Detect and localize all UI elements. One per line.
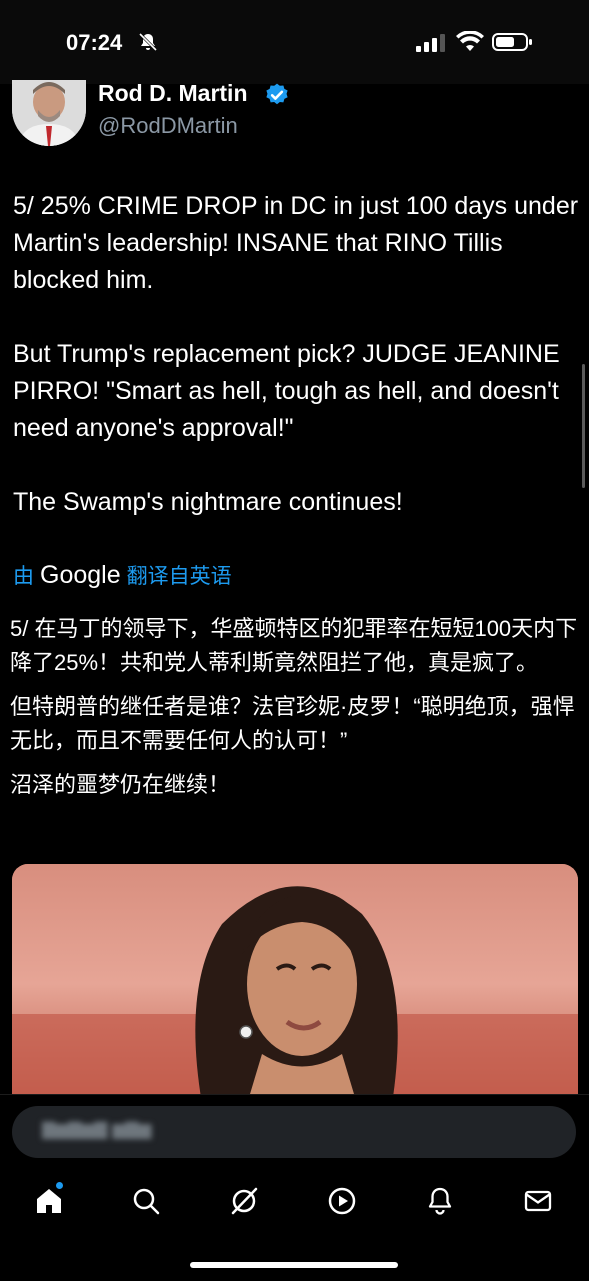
tweet-photo [12, 864, 578, 1104]
tweet-paragraph: 5/ 25% CRIME DROP in DC in just 100 days… [13, 192, 579, 294]
translation-suffix: 翻译自英语 [126, 565, 232, 588]
tweet-image[interactable] [12, 864, 578, 1104]
messages-icon[interactable] [523, 1186, 553, 1216]
verified-badge-icon [266, 83, 288, 105]
home-unread-dot [56, 1182, 63, 1189]
tweet-paragraph: But Trump's replacement pick? JUDGE JEAN… [13, 340, 560, 442]
tweet-paragraph: The Swamp's nightmare continues! [13, 488, 403, 516]
bottom-navigation [0, 1172, 589, 1232]
translated-text: 5/ 在马丁的领导下，华盛顿特区的犯罪率在短短100天内下降了25%！共和党人蒂… [10, 612, 582, 812]
bell-muted-icon [138, 32, 158, 52]
home-indicator[interactable] [190, 1262, 398, 1268]
google-logo: Google [40, 560, 121, 589]
notifications-icon[interactable] [425, 1186, 455, 1216]
grok-icon[interactable] [229, 1186, 259, 1216]
translation-attribution[interactable]: 由 Google 翻译自英语 [13, 560, 232, 590]
author-name[interactable]: Rod D. Martin [98, 80, 248, 107]
avatar[interactable] [12, 80, 86, 146]
home-icon[interactable] [34, 1186, 64, 1216]
wifi-icon [456, 31, 484, 51]
status-bar: 07:24 [0, 0, 589, 84]
scroll-indicator[interactable] [582, 364, 585, 488]
translated-paragraph: 但特朗普的继任者是谁？法官珍妮·皮罗！“聪明绝顶，强悍无比，而且不需要任何人的认… [10, 694, 575, 753]
reply-placeholder: ▇▆▇▆▇ ▆▇▆ [42, 1120, 152, 1139]
avatar-photo [12, 80, 86, 146]
translated-paragraph: 沼泽的噩梦仍在继续！ [10, 772, 231, 797]
battery-icon [492, 33, 532, 51]
translated-paragraph: 5/ 在马丁的领导下，华盛顿特区的犯罪率在短短100天内下降了25%！共和党人蒂… [10, 616, 578, 675]
author-handle[interactable]: @RodDMartin [98, 113, 238, 139]
tweet-text: 5/ 25% CRIME DROP in DC in just 100 days… [13, 188, 583, 521]
status-time: 07:24 [66, 30, 123, 55]
video-icon[interactable] [327, 1186, 357, 1216]
cellular-signal-icon [416, 34, 445, 52]
search-icon[interactable] [131, 1186, 161, 1216]
reply-input[interactable]: ▇▆▇▆▇ ▆▇▆ [12, 1106, 576, 1158]
translation-prefix: 由 [13, 565, 34, 588]
